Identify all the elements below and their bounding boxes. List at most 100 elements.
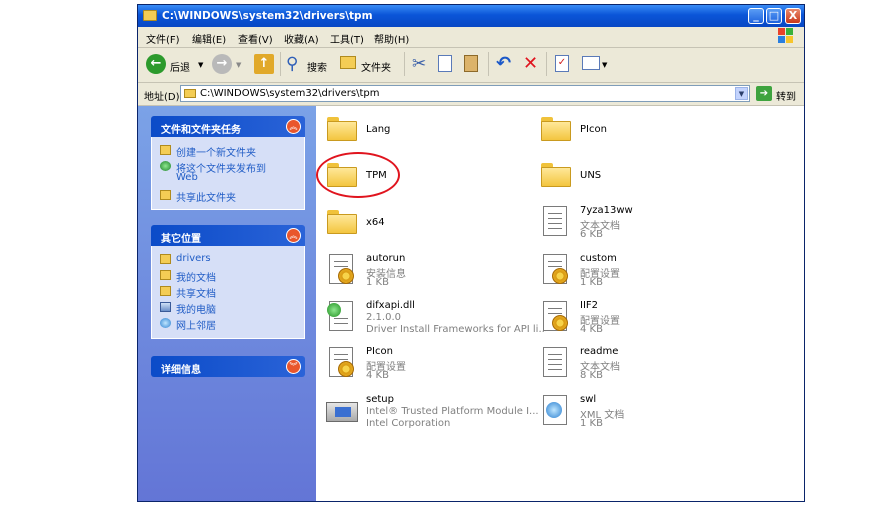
dll-file-icon	[324, 298, 360, 336]
file-item-7yza13ww[interactable]: 7yza13ww 文本文档 6 KB	[538, 203, 768, 247]
menu-help[interactable]: 帮助(H)	[374, 31, 409, 46]
new-folder-icon	[160, 145, 171, 155]
folder-icon	[324, 203, 360, 241]
tpm-highlight-circle	[316, 152, 400, 198]
file-item-picon-config[interactable]: PIcon 配置设置 4 KB	[324, 344, 554, 388]
window-title: C:\WINDOWS\system32\drivers\tpm	[162, 10, 373, 22]
file-item-swl[interactable]: swl XML 文档 1 KB	[538, 392, 768, 436]
back-button[interactable]: ← 后退 ▼	[146, 54, 206, 76]
collapse-icon[interactable]: ︽	[286, 119, 301, 134]
folder-icon	[538, 110, 574, 148]
forward-arrow-icon: →	[212, 54, 232, 74]
panel-header[interactable]: 详细信息 ︾	[151, 356, 305, 377]
copy-icon	[438, 55, 452, 72]
folder-icon	[160, 254, 171, 264]
panel-body: 创建一个新文件夹 将这个文件夹发布到 Web 共享此文件夹	[151, 137, 305, 210]
back-dropdown-icon[interactable]: ▼	[198, 61, 203, 69]
search-icon: ⚲	[286, 54, 299, 74]
file-item-x64[interactable]: x64	[324, 203, 554, 247]
publish-web-icon	[160, 161, 171, 171]
folder-icon	[184, 89, 196, 98]
up-folder-icon: ↑	[254, 54, 274, 74]
properties-icon: ✓	[555, 55, 569, 72]
config-settings-icon	[538, 251, 574, 289]
file-item-iif2[interactable]: IIF2 配置设置 4 KB	[538, 298, 768, 342]
collapse-icon[interactable]: ︽	[286, 228, 301, 243]
folders-button[interactable]: 文件夹	[340, 54, 400, 76]
file-item-uns[interactable]: UNS	[538, 156, 768, 200]
views-dropdown-icon[interactable]: ▼	[602, 61, 607, 69]
address-value: C:\WINDOWS\system32\drivers\tpm	[200, 88, 380, 99]
my-computer-icon	[160, 302, 171, 312]
panel-body: drivers 我的文档 共享文档 我的电脑 网上邻居	[151, 246, 305, 339]
folder-icon	[143, 10, 157, 21]
windows-logo-icon	[778, 28, 796, 45]
file-item-autorun[interactable]: autorun 安装信息 1 KB	[324, 251, 554, 295]
explorer-window: C:\WINDOWS\system32\drivers\tpm _ □ X 文件…	[137, 4, 805, 502]
task-pane: 文件和文件夹任务 ︽ 创建一个新文件夹 将这个文件夹发布到 Web 共享此文件夹	[138, 106, 316, 501]
file-item-setup[interactable]: setup Intel® Trusted Platform Module I..…	[324, 392, 554, 436]
panel-header[interactable]: 其它位置 ︽	[151, 225, 305, 246]
folders-icon	[340, 56, 356, 69]
setup-installer-icon	[324, 392, 360, 430]
folder-icon	[538, 156, 574, 194]
file-item-difxapi[interactable]: difxapi.dll 2.1.0.0 Driver Install Frame…	[324, 298, 554, 342]
file-item-picon-folder[interactable]: PIcon	[538, 110, 768, 154]
menu-tools[interactable]: 工具(T)	[330, 31, 364, 46]
text-document-icon	[538, 203, 574, 241]
folder-icon	[324, 110, 360, 148]
details-panel: 详细信息 ︾	[151, 356, 305, 377]
undo-button[interactable]: ↶	[494, 53, 516, 76]
paste-button[interactable]	[462, 54, 484, 76]
address-input[interactable]: C:\WINDOWS\system32\drivers\tpm ▼	[180, 85, 750, 102]
undo-icon: ↶	[496, 53, 512, 74]
up-button[interactable]: ↑	[254, 54, 276, 76]
title-bar[interactable]: C:\WINDOWS\system32\drivers\tpm _ □ X	[138, 5, 804, 27]
expand-icon[interactable]: ︾	[286, 359, 301, 374]
file-item-custom[interactable]: custom 配置设置 1 KB	[538, 251, 768, 295]
back-arrow-icon: ←	[146, 54, 166, 74]
toolbar-separator	[488, 52, 489, 76]
panel-header[interactable]: 文件和文件夹任务 ︽	[151, 116, 305, 137]
network-icon	[160, 318, 171, 328]
menu-file[interactable]: 文件(F)	[146, 31, 180, 46]
maximize-button[interactable]: □	[766, 8, 782, 24]
address-bar: 地址(D) C:\WINDOWS\system32\drivers\tpm ▼ …	[138, 83, 804, 106]
panel-title: 详细信息	[161, 365, 201, 376]
delete-button[interactable]: ✕	[520, 53, 542, 76]
panel-title: 文件和文件夹任务	[161, 125, 241, 136]
file-list: Lang PIcon TPM UNS x64 7yza13ww 文本文档 6 K…	[316, 106, 804, 501]
file-item-lang[interactable]: Lang	[324, 110, 554, 154]
go-button[interactable]: 转到	[776, 88, 796, 103]
config-settings-icon	[538, 298, 574, 336]
minimize-button[interactable]: _	[748, 8, 764, 24]
scissors-icon: ✂	[412, 54, 427, 74]
address-dropdown-icon[interactable]: ▼	[735, 87, 748, 100]
paste-icon	[464, 55, 478, 72]
properties-button[interactable]: ✓	[552, 54, 574, 76]
text-document-icon	[538, 344, 574, 382]
xml-document-icon	[538, 392, 574, 430]
file-folder-tasks-panel: 文件和文件夹任务 ︽ 创建一个新文件夹 将这个文件夹发布到 Web 共享此文件夹	[151, 116, 305, 210]
toolbar: ← 后退 ▼ → ▼ ↑ ⚲ 搜索 文件夹 ✂ ↶ ✕ ✓ ▼	[138, 48, 804, 83]
forward-dropdown-icon[interactable]: ▼	[236, 61, 241, 69]
menu-favorites[interactable]: 收藏(A)	[284, 31, 319, 46]
shared-documents-icon	[160, 286, 171, 296]
forward-button[interactable]: → ▼	[212, 54, 248, 76]
menu-view[interactable]: 查看(V)	[238, 31, 273, 46]
file-item-readme[interactable]: readme 文本文档 8 KB	[538, 344, 768, 388]
toolbar-separator	[280, 52, 281, 76]
search-button[interactable]: ⚲ 搜索	[286, 54, 334, 76]
views-icon	[582, 56, 600, 70]
menu-bar: 文件(F) 编辑(E) 查看(V) 收藏(A) 工具(T) 帮助(H)	[138, 27, 804, 48]
menu-edit[interactable]: 编辑(E)	[192, 31, 226, 46]
panel-title: 其它位置	[161, 234, 201, 245]
close-button[interactable]: X	[785, 8, 801, 24]
go-arrow-icon[interactable]: ➔	[756, 86, 772, 101]
copy-button[interactable]	[436, 54, 458, 76]
toolbar-separator	[404, 52, 405, 76]
config-settings-icon	[324, 251, 360, 289]
cut-button[interactable]: ✂	[410, 54, 432, 76]
address-label: 地址(D)	[144, 92, 180, 103]
views-button[interactable]: ▼	[580, 54, 610, 76]
